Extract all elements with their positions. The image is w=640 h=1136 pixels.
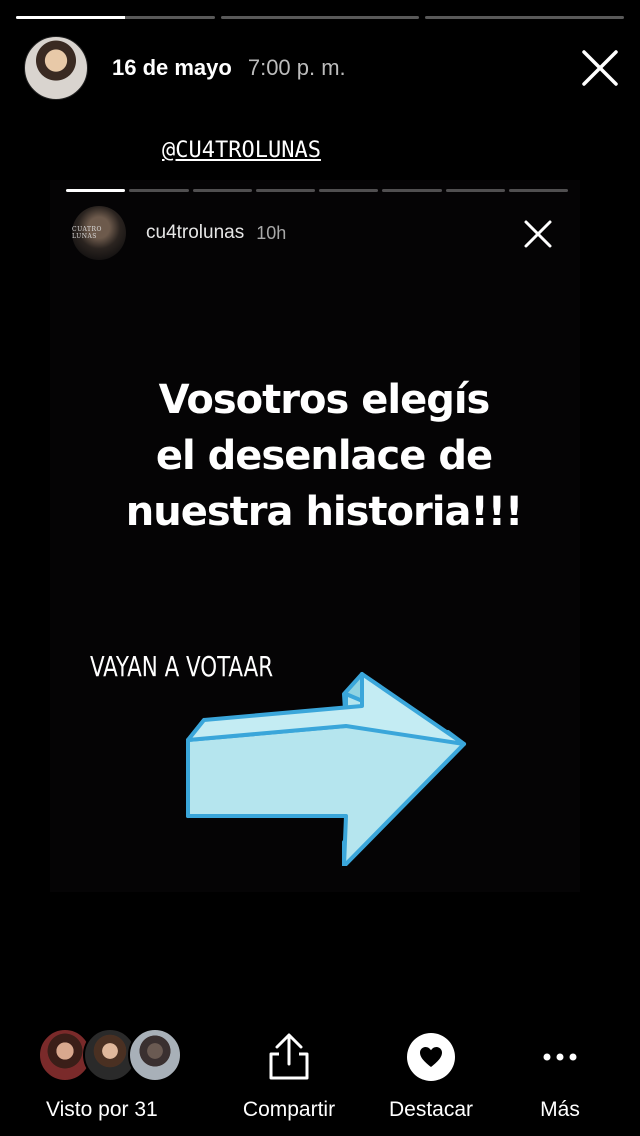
shared-story-header: CUATRO LUNAS cu4trolunas 10h [72, 206, 568, 260]
story-date: 16 de mayo [112, 55, 232, 80]
progress-segment [129, 189, 189, 192]
shared-story-progress [66, 189, 568, 192]
viewer-avatar [128, 1028, 182, 1082]
story-progress [16, 16, 625, 19]
progress-fill [16, 16, 126, 19]
progress-segment [508, 189, 568, 192]
shared-username[interactable]: cu4trolunas [146, 222, 244, 244]
more-icon-wrap [528, 1028, 592, 1086]
headline-line: nuestra historia!!! [125, 489, 523, 535]
highlight-button[interactable]: Destacar [378, 1028, 484, 1122]
share-icon-wrap [230, 1028, 348, 1086]
heart-circle-icon [407, 1033, 455, 1081]
highlight-label: Destacar [388, 1098, 474, 1121]
more-button[interactable]: Más [528, 1028, 592, 1122]
viewer-avatars [38, 1028, 188, 1086]
shared-avatar[interactable]: CUATRO LUNAS [72, 206, 126, 260]
shared-story-card[interactable]: CUATRO LUNAS cu4trolunas 10h Vosotros el… [50, 180, 580, 892]
viewers-label: Visto por 31 [46, 1098, 158, 1121]
progress-segment [192, 189, 252, 192]
progress-fill [66, 189, 126, 192]
progress-segment [255, 189, 315, 192]
avatar-logo-text: CUATRO LUNAS [72, 226, 102, 240]
highlight-icon-wrap [378, 1028, 484, 1086]
arrow-right-icon [186, 672, 466, 866]
progress-segment [66, 189, 126, 192]
progress-segment [425, 16, 625, 19]
headline-line: el desenlace de [155, 433, 493, 479]
share-icon [269, 1033, 309, 1080]
story-time: 7:00 p. m. [247, 55, 346, 80]
close-icon[interactable] [580, 48, 620, 88]
close-icon [524, 220, 552, 248]
mention-sticker[interactable]: @CU4TROLUNAS [162, 138, 321, 163]
progress-segment [220, 16, 420, 19]
headline-line: Vosotros elegís [158, 377, 491, 423]
story-headline: Vosotros elegís el desenlace de nuestra … [50, 372, 598, 540]
progress-segment [445, 189, 505, 192]
shared-age: 10h [256, 222, 287, 243]
more-label: Más [540, 1098, 580, 1121]
more-dots-icon [543, 1053, 577, 1061]
bottom-bar: Visto por 31 Compartir Destacar Más [0, 1028, 640, 1136]
progress-segment [382, 189, 442, 192]
share-label: Compartir [242, 1098, 336, 1121]
share-button[interactable]: Compartir [230, 1028, 348, 1122]
progress-segment [319, 189, 379, 192]
progress-segment [16, 16, 215, 19]
viewers-button[interactable]: Visto por 31 [38, 1028, 188, 1122]
story-header: 16 de mayo 7:00 p. m. [24, 36, 620, 100]
avatar[interactable] [24, 36, 88, 100]
